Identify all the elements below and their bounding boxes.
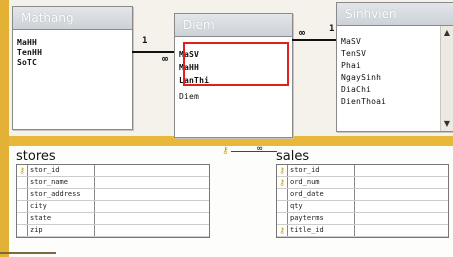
table-mathang[interactable]: Mathang MaHH TenHH SoTC [12,6,133,130]
primary-key-highlight [183,42,289,86]
table-row[interactable]: city [17,201,209,213]
table-stores-title: stores [16,150,210,165]
table-row[interactable]: qty [277,201,448,213]
table-row[interactable]: stor_name [17,177,209,189]
field-phai[interactable]: Phai [337,60,453,72]
table-row[interactable]: payterms [277,213,448,225]
infinity-icon: ∞ [257,144,263,154]
table-row[interactable]: ⚷ stor_id [277,165,448,177]
table-row[interactable]: ⚷ ord_num [277,177,448,189]
top-diagram-panel: Mathang MaHH TenHH SoTC 1 ∞ Diem MaSV Ma… [9,0,453,138]
field-tenhh[interactable]: TenHH [13,48,132,58]
field-title-id: title_id [288,225,355,236]
divider [0,252,56,254]
stores-grid: ⚷ stor_id stor_name stor_address city sta… [16,165,210,238]
field-stor-id: stor_id [288,165,355,176]
key-icon: ⚷ [277,165,288,176]
rel-many-label-left: ∞ [162,54,169,65]
field-diem[interactable]: Diem [175,87,292,103]
field-stor-id: stor_id [28,165,95,176]
sinhvien-scrollbar[interactable]: ▲ ▼ [440,26,453,131]
field-ngaysinh[interactable]: NgaySinh [337,72,453,84]
sales-grid: ⚷ stor_id ⚷ ord_num ord_date qty payterms … [276,165,449,238]
relationship-line [231,151,277,152]
scroll-down-icon[interactable]: ▼ [442,119,452,129]
field-masv[interactable]: MaSV [337,36,453,48]
rel-many-label-right: ∞ [299,28,306,39]
rel-one-label-right: 1 [329,24,335,34]
field-stor-name: stor_name [28,177,95,188]
left-strip [0,0,9,257]
field-mahh[interactable]: MaHH [13,38,132,48]
key-icon: ⚷ [277,177,288,188]
field-stor-address: stor_address [28,189,95,200]
rel-one-label-left: 1 [142,36,148,46]
field-qty: qty [288,201,355,212]
field-state: state [28,213,95,224]
table-diem-title: Diem [175,14,292,37]
bottom-diagram-panel: stores ⚷ stor_id stor_name stor_address c… [9,144,453,257]
field-diachi[interactable]: DiaChi [337,84,453,96]
key-icon: ⚷ [277,225,288,236]
key-icon: ⚷ [222,146,229,156]
field-sotc[interactable]: SoTC [13,58,132,68]
table-row[interactable]: ⚷ stor_id [17,165,209,177]
table-row[interactable]: ord_date [277,189,448,201]
table-diem[interactable]: Diem MaSV MaHH LanThi Diem [174,13,293,138]
scroll-up-icon[interactable]: ▲ [442,28,452,38]
table-sales[interactable]: sales ⚷ stor_id ⚷ ord_num ord_date qty pay… [276,150,449,238]
relationship-line-right [292,39,336,41]
field-tensv[interactable]: TenSV [337,48,453,60]
table-sinhvien[interactable]: Sinhvien MaSV TenSV Phai NgaySinh DiaChi… [336,2,453,132]
field-ord-date: ord_date [288,189,355,200]
table-row[interactable]: zip [17,225,209,237]
field-ord-num: ord_num [288,177,355,188]
key-icon: ⚷ [17,165,28,176]
field-zip: zip [28,225,95,236]
table-row[interactable]: state [17,213,209,225]
field-payterms: payterms [288,213,355,224]
field-dienthoai[interactable]: DienThoai [337,96,453,108]
relationship-line-left [132,51,174,53]
table-sales-title: sales [276,150,449,165]
table-row[interactable]: stor_address [17,189,209,201]
table-row[interactable]: ⚷ title_id [277,225,448,237]
table-mathang-title: Mathang [13,7,132,30]
field-city: city [28,201,95,212]
table-sinhvien-title: Sinhvien [337,3,453,26]
table-stores[interactable]: stores ⚷ stor_id stor_name stor_address c… [16,150,210,238]
